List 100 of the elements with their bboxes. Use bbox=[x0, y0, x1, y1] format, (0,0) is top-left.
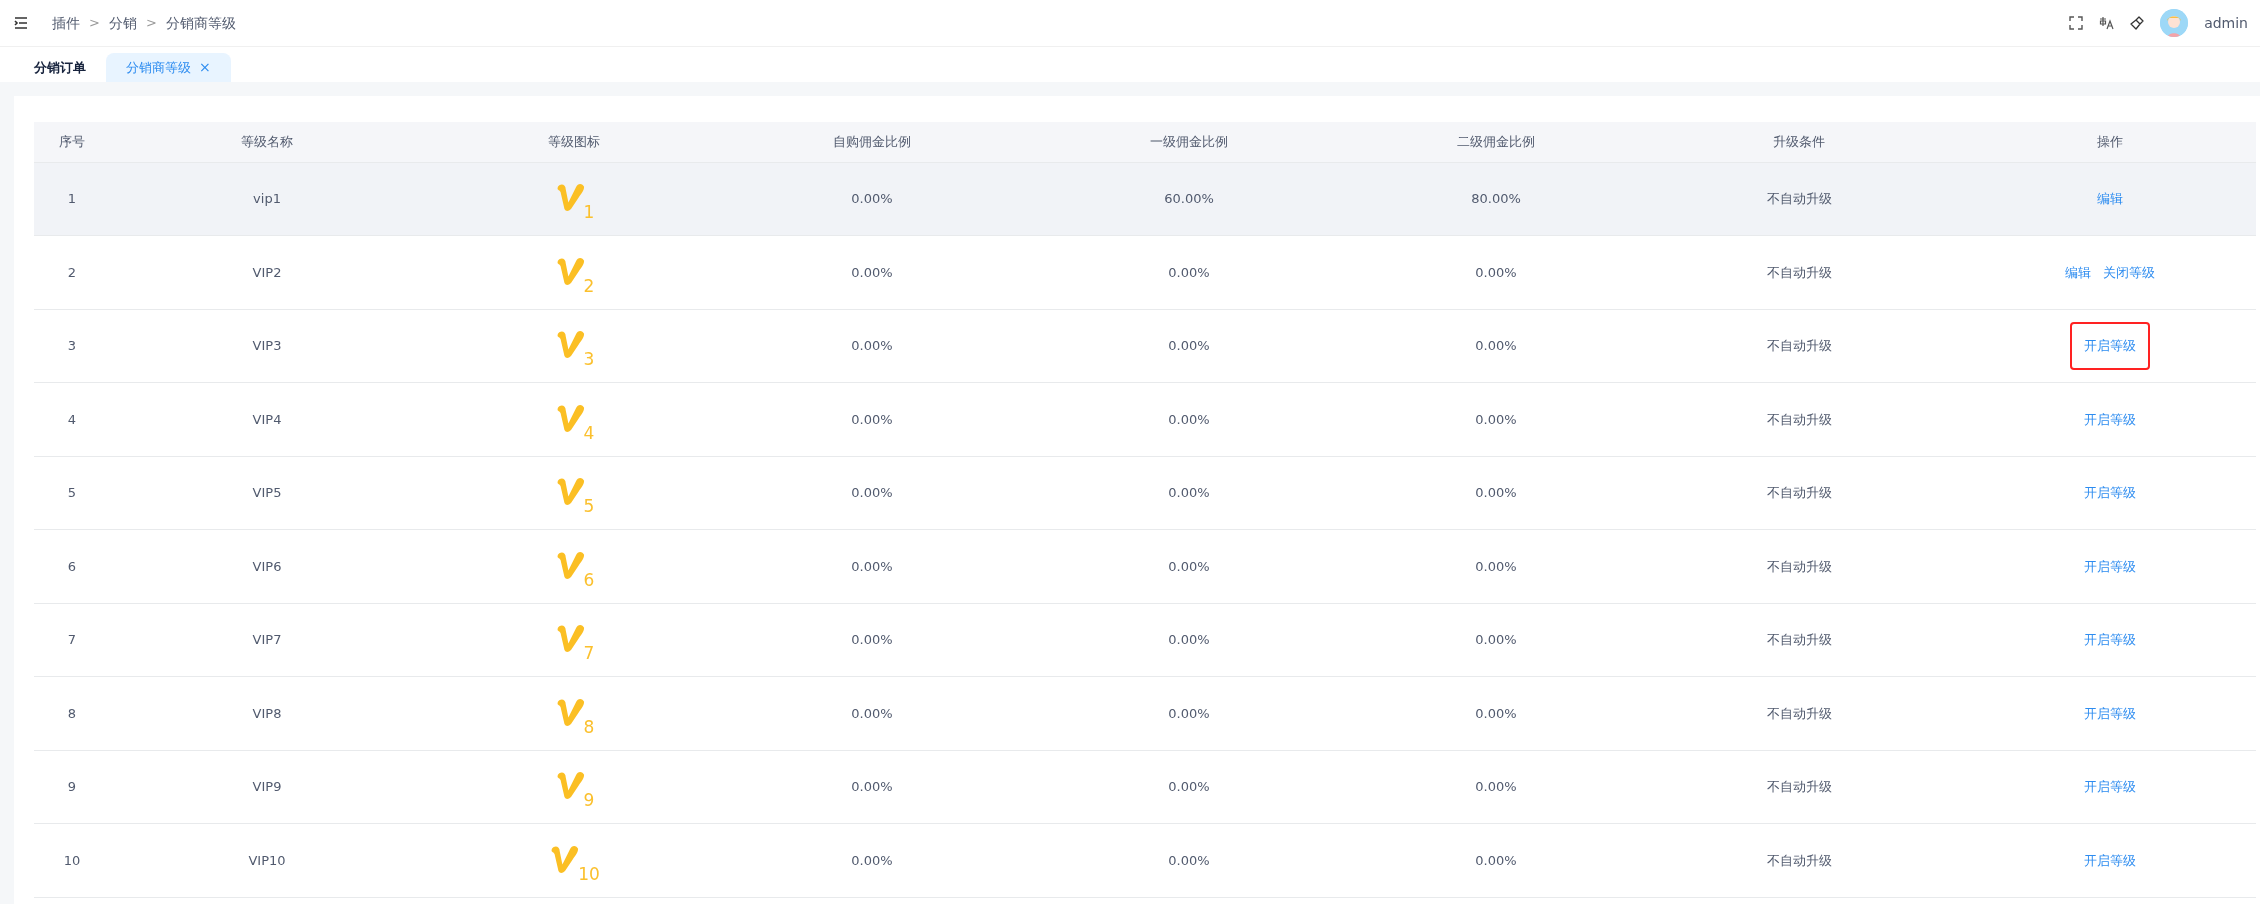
column-header: 序号 bbox=[34, 122, 110, 162]
table-cell: 不自动升级 bbox=[1634, 823, 1964, 897]
table-cell: 不自动升级 bbox=[1634, 382, 1964, 456]
table-cell: 0.00% bbox=[724, 162, 1020, 236]
breadcrumb-item[interactable]: 插件 bbox=[52, 12, 80, 34]
table-cell: 10 bbox=[34, 823, 110, 897]
level-number: 6 bbox=[583, 571, 595, 589]
table-cell: 不自动升级 bbox=[1634, 676, 1964, 750]
table-cell: 0.00% bbox=[1358, 309, 1634, 383]
breadcrumb-separator: > bbox=[89, 14, 100, 33]
level-number: 5 bbox=[583, 498, 595, 515]
table-cell: 0.00% bbox=[1020, 750, 1358, 824]
fullscreen-icon[interactable] bbox=[2069, 16, 2084, 30]
table-cell: 不自动升级 bbox=[1634, 309, 1964, 383]
breadcrumb-item[interactable]: 分销商等级 bbox=[165, 12, 236, 34]
table-cell: 0.00% bbox=[1358, 676, 1634, 750]
table-cell: 0.00% bbox=[724, 750, 1020, 824]
table-cell: 0.00% bbox=[1358, 529, 1634, 603]
level-number: 3 bbox=[583, 351, 595, 368]
table-cell: 4 bbox=[34, 382, 110, 456]
table-cell: 0.00% bbox=[1358, 235, 1634, 309]
action-link[interactable]: 关闭等级 bbox=[2097, 259, 2161, 285]
level-number: 4 bbox=[583, 424, 595, 442]
table-cell: 6 bbox=[34, 529, 110, 603]
tab[interactable]: 分销订单 bbox=[14, 53, 106, 82]
table-cell: VIP2 bbox=[110, 235, 424, 309]
table-cell: VIP7 bbox=[110, 603, 424, 677]
level-number: 9 bbox=[583, 792, 595, 809]
table-cell: 0.00% bbox=[1358, 456, 1634, 530]
table-cell: 0.00% bbox=[1020, 382, 1358, 456]
table-cell: 60.00% bbox=[1020, 162, 1358, 236]
table-cell: 不自动升级 bbox=[1634, 235, 1964, 309]
table-cell: 0.00% bbox=[724, 456, 1020, 530]
table-cell: VIP3 bbox=[110, 309, 424, 383]
table-cell: 0.00% bbox=[724, 676, 1020, 750]
breadcrumb-separator: > bbox=[145, 14, 157, 33]
table-cell: 0.00% bbox=[724, 382, 1020, 456]
action-link[interactable]: 开启等级 bbox=[2078, 406, 2142, 432]
table-cell: 0.00% bbox=[1020, 676, 1358, 750]
user-name[interactable]: admin bbox=[2204, 12, 2248, 34]
table-cell: 不自动升级 bbox=[1634, 456, 1964, 530]
level-number: 7 bbox=[583, 645, 595, 662]
action-link[interactable]: 开启等级 bbox=[2072, 324, 2148, 368]
table-cell: 0.00% bbox=[724, 529, 1020, 603]
table-cell: 7 bbox=[34, 603, 110, 677]
table-cell: 2 bbox=[34, 235, 110, 309]
table-cell: 0.00% bbox=[724, 309, 1020, 383]
column-header: 自购佣金比例 bbox=[724, 122, 1020, 162]
table-cell: 0.00% bbox=[1358, 750, 1634, 824]
table-cell: 0.00% bbox=[1358, 382, 1634, 456]
table-cell: 0.00% bbox=[1020, 823, 1358, 897]
table-cell: 0.00% bbox=[724, 235, 1020, 309]
level-number: 1 bbox=[583, 204, 595, 221]
action-link[interactable]: 开启等级 bbox=[2078, 700, 2142, 726]
table-cell: 0.00% bbox=[724, 823, 1020, 897]
table-cell: 不自动升级 bbox=[1634, 529, 1964, 603]
table-cell: VIP6 bbox=[110, 529, 424, 603]
tab[interactable]: 分销商等级 × bbox=[106, 53, 231, 82]
level-number: 2 bbox=[583, 277, 595, 295]
table-cell: VIP5 bbox=[110, 456, 424, 530]
close-icon[interactable]: × bbox=[199, 57, 211, 78]
column-header: 操作 bbox=[1964, 122, 2256, 162]
table-cell: 0.00% bbox=[1020, 235, 1358, 309]
level-number: 8 bbox=[583, 718, 595, 736]
action-link[interactable]: 开启等级 bbox=[2078, 627, 2142, 653]
action-link[interactable]: 开启等级 bbox=[2078, 774, 2142, 800]
table-cell: 5 bbox=[34, 456, 110, 530]
action-link[interactable]: 开启等级 bbox=[2078, 553, 2142, 579]
table-cell: 0.00% bbox=[724, 603, 1020, 677]
column-header: 等级名称 bbox=[110, 122, 424, 162]
column-header: 二级佣金比例 bbox=[1358, 122, 1634, 162]
action-link[interactable]: 开启等级 bbox=[2078, 480, 2142, 506]
table-cell: 0.00% bbox=[1020, 456, 1358, 530]
table-cell: 不自动升级 bbox=[1634, 603, 1964, 677]
table-cell: 0.00% bbox=[1020, 309, 1358, 383]
action-link[interactable]: 编辑 bbox=[2091, 186, 2129, 212]
level-number: 10 bbox=[578, 865, 600, 883]
column-header: 升级条件 bbox=[1634, 122, 1964, 162]
action-link[interactable]: 编辑 bbox=[2059, 259, 2097, 285]
table-cell: 1 bbox=[34, 162, 110, 236]
table-cell: VIP8 bbox=[110, 676, 424, 750]
table-cell: vip1 bbox=[110, 162, 424, 236]
breadcrumb-item[interactable]: 分销 bbox=[108, 12, 137, 34]
table-cell: 0.00% bbox=[1020, 603, 1358, 677]
table-cell: VIP9 bbox=[110, 750, 424, 824]
table-cell: 0.00% bbox=[1020, 529, 1358, 603]
table-cell: VIP10 bbox=[110, 823, 424, 897]
table-cell: 0.00% bbox=[1358, 823, 1634, 897]
translate-icon[interactable] bbox=[2099, 16, 2115, 30]
table-cell: 8 bbox=[34, 676, 110, 750]
column-header: 一级佣金比例 bbox=[1020, 122, 1358, 162]
action-link[interactable]: 开启等级 bbox=[2078, 847, 2142, 873]
column-header: 等级图标 bbox=[424, 122, 724, 162]
table-cell: VIP4 bbox=[110, 382, 424, 456]
menu-icon[interactable] bbox=[14, 17, 28, 29]
table-cell: 不自动升级 bbox=[1634, 162, 1964, 236]
table-cell: 80.00% bbox=[1358, 162, 1634, 236]
table-cell: 3 bbox=[34, 309, 110, 383]
table-cell: 不自动升级 bbox=[1634, 750, 1964, 824]
table-cell: 9 bbox=[34, 750, 110, 824]
